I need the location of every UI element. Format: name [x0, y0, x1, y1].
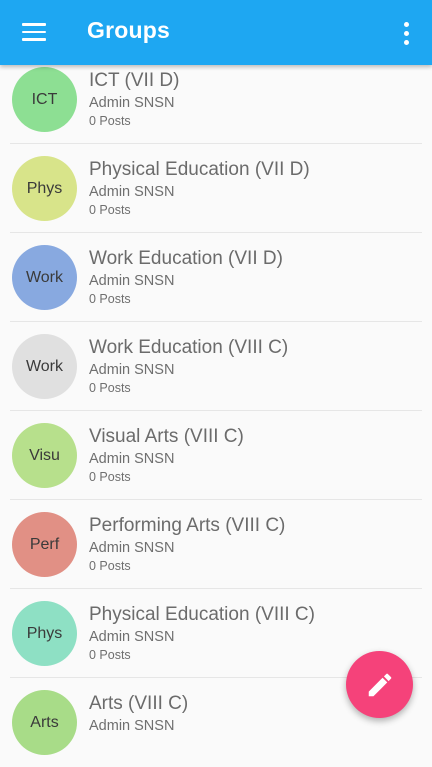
group-name: Work Education (VII D): [89, 248, 283, 269]
group-post-count: 0 Posts: [89, 292, 131, 306]
group-avatar-initials: Phys: [26, 179, 63, 197]
group-owner: Admin SNSN: [89, 718, 175, 734]
group-avatar-initials: Arts: [30, 713, 59, 731]
dot: [403, 21, 409, 27]
group-owner: Admin SNSN: [89, 184, 175, 200]
group-name: Physical Education (VIII C): [89, 604, 315, 625]
group-row-physical-education-vii-d[interactable]: Phys Physical Education (VII D) Admin SN…: [0, 144, 432, 233]
group-avatar-initials: Work: [25, 268, 64, 286]
group-post-count: 0 Posts: [89, 203, 131, 217]
hamburger-menu-icon[interactable]: [14, 14, 54, 50]
group-post-count: 0 Posts: [89, 381, 131, 395]
page-title: Groups: [87, 17, 170, 43]
group-avatar-initials: Phys: [26, 624, 63, 642]
group-name: Performing Arts (VIII C): [89, 515, 286, 536]
group-owner: Admin SNSN: [89, 95, 175, 111]
group-owner: Admin SNSN: [89, 273, 175, 289]
group-avatar-initials: Perf: [29, 535, 60, 553]
group-name: Arts (VIII C): [89, 693, 189, 714]
group-avatar-initials: ICT: [31, 90, 58, 108]
group-avatar-initials: Visu: [29, 446, 60, 464]
group-avatar: ICT: [12, 67, 77, 132]
group-post-count: 0 Posts: [89, 114, 131, 128]
group-row-work-education-vii-d[interactable]: Work Work Education (VII D) Admin SNSN 0…: [0, 233, 432, 322]
menu-bar: [22, 30, 46, 34]
pencil-icon: [368, 673, 391, 696]
menu-bar: [22, 23, 46, 26]
group-avatar: Arts: [12, 690, 77, 755]
group-post-count: 0 Posts: [89, 470, 131, 484]
group-post-count: 0 Posts: [89, 648, 131, 662]
group-owner: Admin SNSN: [89, 451, 175, 467]
group-name: Physical Education (VII D): [89, 159, 310, 180]
dot: [403, 39, 409, 45]
group-avatar: Perf: [12, 512, 77, 577]
group-avatar: Visu: [12, 423, 77, 488]
group-row-visual-arts-viii-c[interactable]: Visu Visual Arts (VIII C) Admin SNSN 0 P…: [0, 411, 432, 500]
group-name: ICT (VII D): [89, 70, 180, 91]
group-avatar-initials: Work: [25, 357, 64, 375]
group-avatar: Work: [12, 245, 77, 310]
group-avatar: Work: [12, 334, 77, 399]
group-name: Work Education (VIII C): [89, 337, 289, 358]
group-row-performing-arts-viii-c[interactable]: Perf Performing Arts (VIII C) Admin SNSN…: [0, 500, 432, 589]
group-row-work-education-viii-c[interactable]: Work Work Education (VIII C) Admin SNSN …: [0, 322, 432, 411]
group-owner: Admin SNSN: [89, 362, 175, 378]
dot: [403, 30, 409, 36]
group-avatar: Phys: [12, 156, 77, 221]
app-bar: Groups: [0, 0, 432, 65]
group-name: Visual Arts (VIII C): [89, 426, 244, 447]
group-post-count: 0 Posts: [89, 559, 131, 573]
group-avatar: Phys: [12, 601, 77, 666]
more-vertical-icon[interactable]: [392, 16, 420, 50]
group-row-ict-vii-d[interactable]: ICT ICT (VII D) Admin SNSN 0 Posts: [0, 55, 432, 144]
group-owner: Admin SNSN: [89, 629, 175, 645]
menu-bar: [22, 38, 46, 41]
groups-list: ICT ICT (VII D) Admin SNSN 0 Posts Phys …: [0, 0, 432, 755]
compose-fab-button[interactable]: [346, 651, 413, 718]
group-owner: Admin SNSN: [89, 540, 175, 556]
